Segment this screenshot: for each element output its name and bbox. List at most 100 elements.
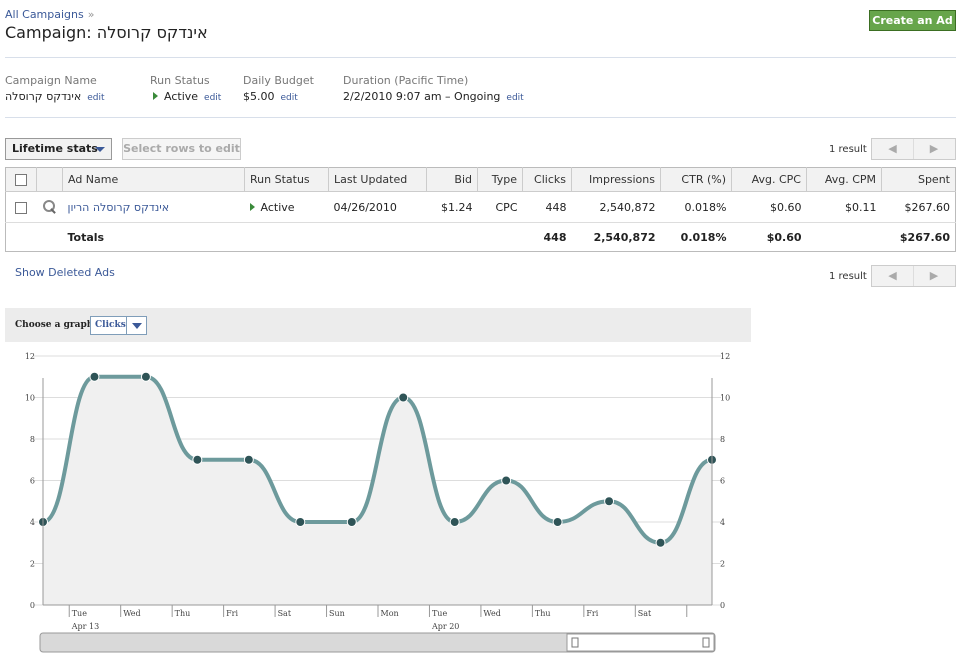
- clicks-chart: 0 0 2 2 4 4 6 6 8 8 10 10 12 12 Tue Apr 13 Wed Thu Fri Sat…: [25, 352, 730, 653]
- edit-run-status-link[interactable]: edit: [204, 93, 221, 103]
- create-ad-button[interactable]: Create an Ad: [869, 10, 956, 31]
- impressions-header[interactable]: Impressions: [571, 167, 661, 192]
- x-tick-label: Tue: [432, 609, 447, 618]
- active-status-icon: [249, 202, 255, 211]
- lifetime-stats-label: Lifetime stats: [12, 142, 98, 155]
- ad-name-cell: אינדקס קרוסלה הריון: [62, 191, 245, 223]
- edit-daily-budget-link[interactable]: edit: [281, 93, 298, 103]
- daily-budget-label: Daily Budget: [243, 74, 314, 87]
- select-all-checkbox[interactable]: [15, 174, 27, 186]
- next-page-button[interactable]: ▶: [913, 266, 955, 286]
- daily-budget-info: Daily Budget $5.00 edit: [243, 74, 314, 103]
- totals-avg-cpc: $0.60: [766, 230, 802, 244]
- data-point: [295, 517, 306, 527]
- edit-duration-link[interactable]: edit: [506, 93, 523, 103]
- magnifier-icon[interactable]: [42, 199, 58, 215]
- totals-row: Totals 448 2,540,872 0.018% $0.60 $267.6…: [6, 223, 956, 252]
- run-status-value: Active: [260, 200, 295, 214]
- ad-name-header[interactable]: Ad Name: [62, 167, 245, 192]
- bid-cell: $1.24: [426, 191, 478, 223]
- y-tick-label-left: 8: [30, 435, 35, 444]
- data-point: [604, 496, 615, 507]
- result-count: 1 result: [829, 144, 867, 155]
- graph-toolbar: Choose a graph: Clicks: [5, 308, 751, 342]
- totals-ctr: 0.018%: [680, 230, 727, 244]
- all-campaigns-link[interactable]: All Campaigns: [5, 8, 84, 21]
- graph-select[interactable]: Clicks: [90, 316, 147, 335]
- show-deleted-ads-link[interactable]: Show Deleted Ads: [15, 266, 115, 279]
- prev-page-button[interactable]: ◀: [872, 266, 914, 286]
- y-tick-label-left: 0: [30, 601, 35, 610]
- ctr-header[interactable]: CTR (%): [660, 167, 732, 192]
- x-tick-label: Fri: [226, 609, 238, 618]
- row-checkbox-cell: [5, 191, 37, 223]
- pager-bottom: ◀ ▶: [871, 265, 956, 287]
- data-point: [243, 454, 254, 465]
- prev-page-button[interactable]: ◀: [872, 139, 914, 159]
- y-tick-label-right: 0: [720, 601, 725, 610]
- graph-select-value: Clicks: [95, 320, 126, 330]
- totals-spent: $267.60: [899, 230, 950, 244]
- x-tick-label: Mon: [381, 609, 399, 618]
- run-status-info: Run Status Active edit: [150, 74, 221, 103]
- breadcrumb: All Campaigns»: [5, 8, 94, 21]
- page-title: Campaign: אינדקס קרוסלה: [5, 23, 208, 42]
- divider: [5, 117, 956, 118]
- chart-scrollbar[interactable]: [39, 632, 716, 653]
- data-point: [89, 371, 100, 382]
- type-header[interactable]: Type: [477, 167, 523, 192]
- chevron-down-icon: [95, 147, 105, 152]
- y-tick-label-left: 12: [25, 352, 35, 361]
- totals-impressions: 2,540,872: [593, 230, 656, 244]
- last-updated-header[interactable]: Last Updated: [328, 167, 427, 192]
- x-tick-label: Wed: [123, 609, 140, 618]
- edit-campaign-name-link[interactable]: edit: [87, 93, 104, 103]
- bid-header[interactable]: Bid: [426, 167, 478, 192]
- scrollbar-thumb[interactable]: [566, 633, 715, 652]
- y-tick-label-right: 8: [720, 435, 725, 444]
- clicks-cell: 448: [522, 191, 572, 223]
- x-tick-label: Wed: [483, 609, 500, 618]
- y-tick-label-right: 10: [720, 394, 730, 403]
- run-status-value: Active: [164, 90, 199, 103]
- x-tick-label: Sun: [329, 609, 345, 618]
- y-tick-label-right: 2: [720, 560, 725, 569]
- table-row: אינדקס קרוסלה הריון Active 04/26/2010 $1…: [5, 191, 956, 223]
- row-checkbox[interactable]: [15, 201, 28, 214]
- run-status-label: Run Status: [150, 74, 210, 87]
- ad-name-link[interactable]: אינדקס קרוסלה הריון: [68, 201, 170, 214]
- x-tick-label: Fri: [586, 609, 598, 618]
- x-tick-label: Thu: [175, 609, 191, 618]
- data-point: [449, 517, 460, 527]
- daily-budget-value: $5.00: [243, 90, 275, 103]
- data-point: [192, 454, 203, 465]
- avg-cpm-header[interactable]: Avg. CPM: [806, 167, 882, 192]
- y-tick-label-left: 10: [25, 394, 35, 403]
- avg-cpc-header[interactable]: Avg. CPC: [731, 167, 807, 192]
- preview-header: [36, 167, 63, 192]
- chart-x-axis: Tue Apr 13 Wed Thu Fri Sat Sun Mon Tue Apr 20 Wed T…: [43, 604, 712, 631]
- clicks-header[interactable]: Clicks: [522, 167, 572, 192]
- data-point: [346, 517, 357, 527]
- last-updated-cell: 04/26/2010: [328, 191, 427, 223]
- spent-header[interactable]: Spent: [881, 167, 956, 192]
- next-page-button[interactable]: ▶: [913, 139, 955, 159]
- run-status-header[interactable]: Run Status: [244, 167, 329, 192]
- data-point: [655, 537, 666, 548]
- x-tick-label: Sat: [638, 609, 652, 618]
- campaign-name-info: Campaign Name אינדקס קרוסלה edit: [5, 74, 105, 103]
- breadcrumb-separator: »: [87, 8, 95, 21]
- x-sub-label: Apr 20: [431, 622, 459, 631]
- select-rows-button[interactable]: Select rows to edit: [122, 138, 241, 160]
- data-point: [398, 392, 409, 403]
- ctr-cell: 0.018%: [660, 191, 732, 223]
- x-tick-label: Sat: [278, 609, 292, 618]
- duration-info: Duration (Pacific Time) 2/2/2010 9:07 am…: [343, 74, 524, 103]
- data-point: [552, 517, 563, 527]
- chevron-down-icon[interactable]: [126, 317, 146, 334]
- lifetime-stats-dropdown[interactable]: Lifetime stats: [5, 138, 112, 160]
- y-tick-label-left: 6: [30, 477, 35, 486]
- y-tick-label-right: 4: [720, 518, 725, 527]
- select-all-header: [5, 167, 37, 192]
- totals-clicks: 448: [543, 230, 567, 244]
